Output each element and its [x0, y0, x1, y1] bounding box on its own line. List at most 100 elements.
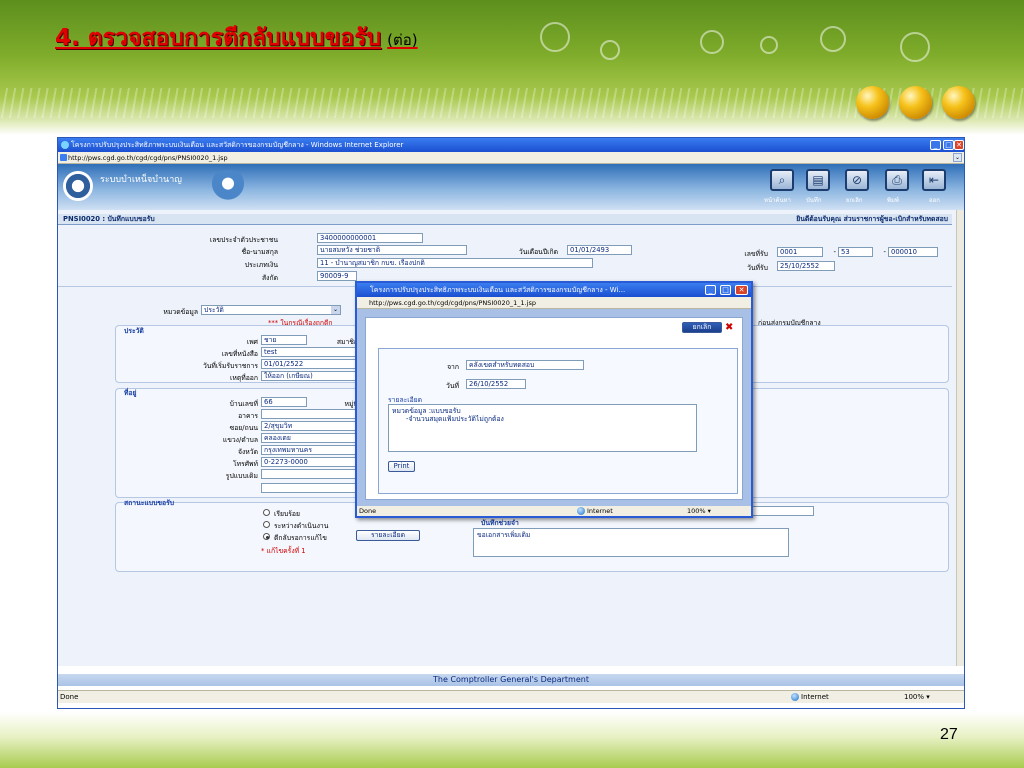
- group-select[interactable]: ประวัติ: [201, 305, 341, 315]
- gold-ball-icon: [899, 86, 932, 119]
- address-url: http://pws.cgd.go.th/cgd/cgd/pns/PNSI002…: [68, 154, 228, 162]
- id-field[interactable]: 3400000000001: [317, 233, 423, 243]
- old-format-field-2[interactable]: [261, 483, 357, 493]
- popup-status-bar: Done Internet 100% ▾: [357, 506, 751, 516]
- recv-no-sep-1: -: [833, 248, 836, 256]
- book-field[interactable]: test: [261, 347, 357, 357]
- detail-button[interactable]: รายละเอียด: [356, 530, 420, 541]
- status-radio-done[interactable]: [263, 509, 270, 516]
- popup-maximize-button[interactable]: □: [720, 285, 731, 295]
- house-label: บ้านเลขที่: [229, 400, 258, 408]
- status-radio-returned[interactable]: [263, 533, 270, 540]
- phone-label: โทรศัพท์: [232, 460, 258, 468]
- status-option-done: เรียบร้อย: [274, 510, 300, 518]
- search-icon: ⌕: [778, 173, 786, 187]
- request-status-title: สถานะแบบขอรับ: [124, 499, 175, 507]
- district-label: แขวง/ตำบล: [222, 436, 258, 444]
- status-option-inprogress: ระหว่างดำเนินงาน: [274, 522, 329, 530]
- start-date-field[interactable]: 01/01/2522: [261, 359, 357, 369]
- toolbar-label-cancel: ยกเลิก: [846, 197, 863, 204]
- detail-textarea[interactable]: หมวดข้อมูล :แบบขอรับ -จำนวนสมุดแฟ้มประวั…: [388, 404, 697, 452]
- address-bar[interactable]: http://pws.cgd.go.th/cgd/cgd/pns/PNSI002…: [58, 152, 964, 164]
- affil-field[interactable]: 90009-9: [317, 271, 357, 281]
- affil-label: สังกัด: [262, 274, 278, 282]
- toolbar-label-search: หน้าค้นหา: [764, 197, 791, 204]
- birth-field[interactable]: 01/01/2493: [567, 245, 632, 255]
- main-window-titlebar: โครงการปรับปรุงประสิทธิภาพระบบเงินเดือน …: [58, 138, 964, 152]
- welcome-text: ยินดีต้อนรับคุณ ส่วนราชการผู้ขอ-เบิกสำหร…: [796, 215, 948, 223]
- gold-ball-icon: [856, 86, 889, 119]
- gender-label: เพศ: [246, 338, 258, 346]
- gold-ball-icon: [942, 86, 975, 119]
- exit-button[interactable]: ⇤: [922, 169, 946, 191]
- page-scrollbar[interactable]: [956, 210, 964, 666]
- name-label: ชื่อ-นามสกุล: [241, 248, 278, 256]
- popup-close-button[interactable]: ✕: [735, 285, 748, 295]
- name-field[interactable]: นายสมหวัง ช่วยชาติ: [317, 245, 467, 255]
- memo-textarea[interactable]: ขอเอกสารเพิ่มเติม: [473, 528, 789, 557]
- save-button[interactable]: ▤: [806, 169, 830, 191]
- soi-field[interactable]: 2/สุขุมวิท: [261, 421, 357, 431]
- banner-title: ระบบบำเหน็จบำนาญ: [100, 175, 182, 185]
- close-button[interactable]: ✕: [954, 140, 964, 150]
- popup-status-text: Done: [359, 507, 377, 515]
- fix-count-note: * แก้ไขครั้งที่ 1: [261, 547, 306, 555]
- bubble-decoration: [760, 36, 778, 54]
- maximize-button[interactable]: □: [943, 140, 954, 150]
- recv-no-field-2[interactable]: 53: [838, 247, 873, 257]
- recv-no-field-1[interactable]: 0001: [777, 247, 823, 257]
- recv-date-field[interactable]: 25/10/2552: [777, 261, 835, 271]
- internet-zone: Internet: [791, 691, 829, 704]
- address-section-title: ที่อยู่: [124, 389, 137, 397]
- minimize-button[interactable]: _: [930, 140, 941, 150]
- recv-no-sep-2: -: [883, 248, 886, 256]
- popup-zoom-level[interactable]: 100% ▾: [687, 506, 711, 516]
- page-code: PNSI0020 : บันทึกแบบขอรับ: [63, 215, 155, 223]
- old-format-field[interactable]: [261, 469, 357, 479]
- status-radio-inprogress[interactable]: [263, 521, 270, 528]
- search-page-button[interactable]: ⌕: [770, 169, 794, 191]
- date-field[interactable]: 26/10/2552: [466, 379, 526, 389]
- zoom-level[interactable]: 100% ▾: [904, 691, 930, 704]
- slide: 4. ตรวจสอบการตีกลับแบบขอรับ (ต่อ) 27 โครง…: [0, 0, 1024, 768]
- from-field[interactable]: คลังเขตสำหรับทดสอบ: [466, 360, 584, 370]
- start-date-label: วันที่เริ่มรับราชการ: [202, 362, 258, 370]
- toolbar-label-save: บันทึก: [806, 197, 822, 204]
- close-icon[interactable]: ✖: [725, 322, 737, 333]
- toolbar-label-print: พิมพ์: [887, 197, 899, 204]
- cancel-icon: ⊘: [851, 173, 863, 187]
- province-field[interactable]: กรุงเทพมหานคร: [261, 445, 357, 455]
- save-icon: ▤: [812, 173, 824, 187]
- building-field[interactable]: [261, 409, 357, 419]
- soi-label: ซอย/ถนน: [229, 424, 258, 432]
- popup-title: โครงการปรับปรุงประสิทธิภาพระบบเงินเดือน …: [370, 286, 626, 294]
- gender-field[interactable]: ชาย: [261, 335, 307, 345]
- globe-icon: [577, 507, 585, 515]
- member-status-label: สมาชิก: [336, 338, 358, 346]
- slide-title: 4. ตรวจสอบการตีกลับแบบขอรับ (ต่อ): [55, 25, 418, 51]
- status-text: Done: [60, 693, 79, 701]
- old-format-label: รูปแบบเดิม: [225, 472, 258, 480]
- recv-no-field-3[interactable]: 000010: [888, 247, 938, 257]
- chevron-down-icon[interactable]: ⌄: [331, 306, 340, 314]
- birth-label: วันเดือนปีเกิด: [518, 248, 558, 256]
- recv-date-label: วันที่รับ: [747, 264, 768, 272]
- type-field[interactable]: 11 - บำนาญสมาชิก กบข. เรื่องปกติ: [317, 258, 593, 268]
- popup-cancel-button[interactable]: ยกเลิก: [682, 322, 722, 333]
- building-label: อาคาร: [238, 412, 258, 420]
- phone-field[interactable]: 0-2273-0000: [261, 457, 357, 467]
- exit-icon: ⇤: [928, 173, 940, 187]
- type-label: ประเภทเงิน: [244, 261, 278, 269]
- address-dropdown-icon[interactable]: ⌄: [953, 153, 962, 162]
- popup-address-bar[interactable]: http://pws.cgd.go.th/cgd/cgd/pns/PNSI002…: [357, 297, 751, 309]
- main-window-title: โครงการปรับปรุงประสิทธิภาพระบบเงินเดือน …: [71, 141, 404, 149]
- print-button[interactable]: Print: [388, 461, 415, 472]
- cancel-toolbar-button[interactable]: ⊘: [845, 169, 869, 191]
- popup-minimize-button[interactable]: _: [705, 285, 716, 295]
- district-field[interactable]: คลองเตย: [261, 433, 357, 443]
- house-field[interactable]: 66: [261, 397, 307, 407]
- slide-title-suffix: (ต่อ): [387, 31, 418, 49]
- history-section-title: ประวัติ: [124, 327, 144, 335]
- print-toolbar-button[interactable]: ⎙: [885, 169, 909, 191]
- reason-field[interactable]: ให้ออก (เกษียณ): [261, 371, 357, 381]
